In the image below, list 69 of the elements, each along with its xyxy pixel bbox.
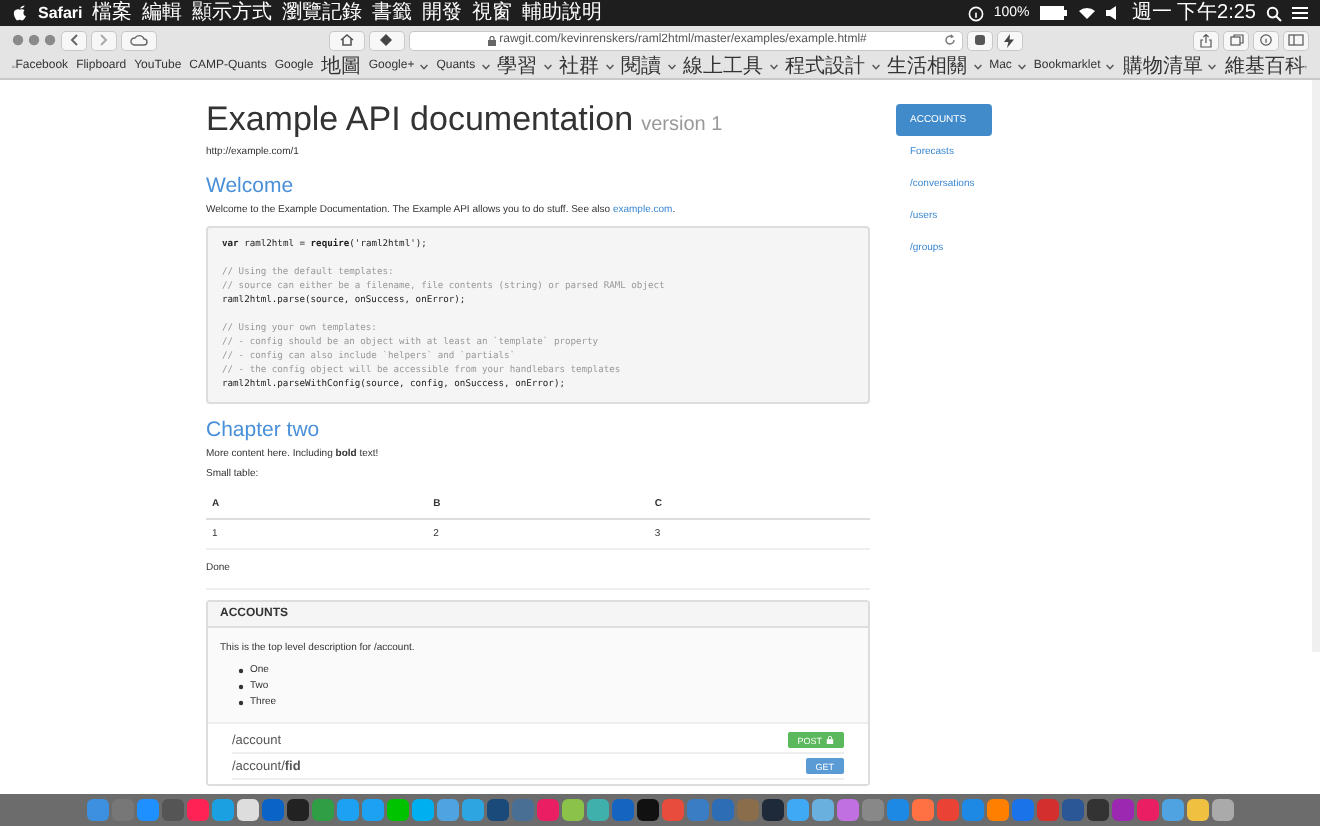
version-label: version 1 [641,114,723,136]
dock-icons-drawing[interactable] [85,797,1235,823]
menu-icon[interactable] [1292,6,1308,20]
caret-icon [871,63,880,69]
cloud-icon [130,34,148,46]
menu-item[interactable]: Safari [38,0,83,26]
diamond-icon [380,34,392,46]
bullet-icon [238,683,244,689]
caret-icon [481,63,490,69]
bolt-button[interactable] [997,31,1021,49]
apple-icon[interactable] [12,4,28,22]
caret-icon [605,63,614,69]
page-title: Example API documentation [206,100,634,140]
caret-icon [1106,63,1115,69]
volume-icon[interactable] [1105,6,1122,20]
cloud-button[interactable] [122,31,156,49]
caret-icon [667,63,676,69]
caret-icon [973,63,982,69]
square-icon [973,34,985,46]
caret-icon [769,63,778,69]
tabs-icon [1229,34,1243,46]
reload-icon[interactable] [943,34,956,46]
forward-icon [100,34,108,46]
back-button[interactable] [62,31,86,49]
home-icon [339,34,353,46]
section-heading: Welcome [206,174,296,198]
bolt-icon [1004,33,1014,47]
bookmark[interactable]: 程式設計 [785,52,880,80]
back-icon [70,34,78,46]
lock-icon [487,35,496,45]
caret-icon [1208,63,1217,69]
menu-item[interactable]: 顯示方式 [192,0,273,26]
tabs-button[interactable] [1224,31,1248,49]
menu-item[interactable]: 書籤 [372,0,413,26]
section-heading: Chapter two [206,418,322,442]
shield-button[interactable] [369,31,403,49]
extension-button[interactable] [967,31,991,49]
menu-item[interactable]: 視窗 [472,0,513,26]
search-icon[interactable] [1266,5,1282,21]
sidebar-button[interactable] [1284,31,1308,49]
info-button[interactable] [1254,31,1278,49]
bookmark[interactable]: 購物清單 [1122,52,1217,80]
info-icon [1260,34,1272,46]
share-icon [1200,33,1212,47]
bookmark[interactable]: 維基百科 [1224,52,1305,80]
home-button[interactable] [329,31,363,49]
caret-icon [1017,63,1026,69]
menu-item[interactable]: 輔助說明 [522,0,603,26]
bookmark[interactable]: 學習 [497,52,552,80]
wifi-icon[interactable] [1077,6,1096,20]
caret-icon [420,63,429,69]
bookmark[interactable]: 生活相關 [887,52,982,80]
battery-icon[interactable] [1039,6,1068,20]
sidebar-icon [1288,34,1304,46]
bullet-icon [238,667,244,673]
info-icon[interactable] [967,5,984,21]
share-button[interactable] [1194,31,1218,49]
bookmark[interactable]: 社群 [559,52,614,80]
bookmark[interactable]: 線上工具 [683,52,778,80]
menu-item[interactable]: 開發 [422,0,463,26]
bookmark[interactable]: 閱讀 [621,52,676,80]
bullet-icon [238,699,244,705]
caret-icon [543,63,552,69]
menu-item[interactable]: 檔案 [92,0,133,26]
window-controls-icon[interactable] [12,34,56,46]
lock-icon [826,736,834,744]
menu-item[interactable]: 瀏覽記錄 [282,0,363,26]
clock[interactable]: 週一 下午2:25 [1131,0,1256,26]
menu-item[interactable]: 編輯 [142,0,183,26]
